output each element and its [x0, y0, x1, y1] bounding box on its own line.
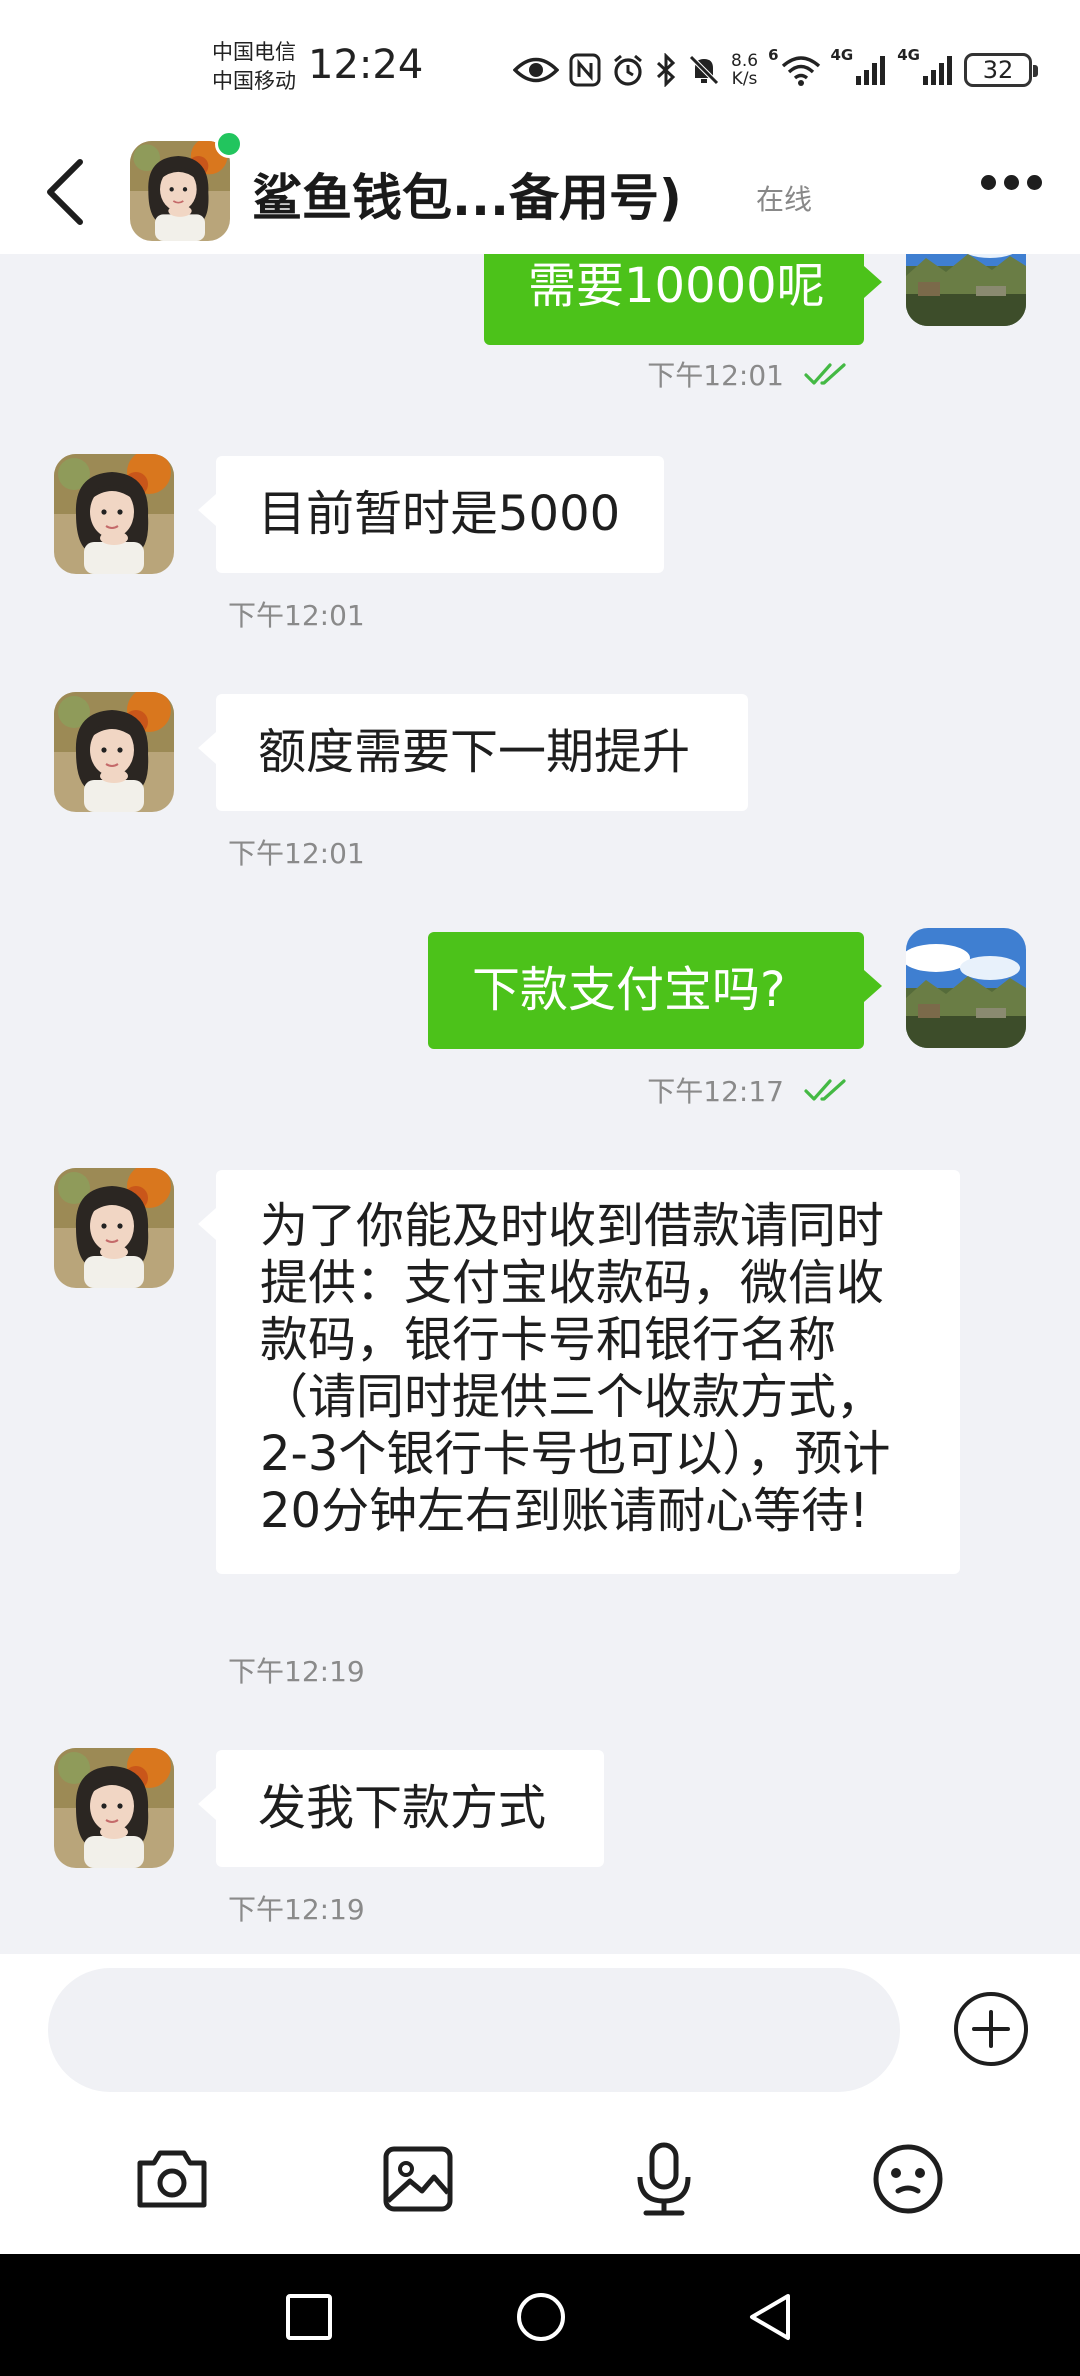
signal-strength-1-icon — [855, 54, 887, 86]
message-input[interactable] — [48, 1968, 900, 2092]
chat-header: 鲨鱼钱包...备用号) 在线 — [0, 130, 1080, 254]
status-bar: 中国电信 中国移动 12:24 8.6 K/s 6 4G 4G 32 — [0, 0, 1080, 130]
home-button[interactable] — [514, 2290, 568, 2344]
message-text: 额度需要下一期提升 — [258, 724, 691, 780]
mute-icon — [687, 53, 721, 87]
outgoing-message[interactable]: 需要10000呢 — [484, 254, 882, 345]
message-list[interactable]: 需要10000呢 下午12:01 目前暂时是5000 下午12:01 额度需要下… — [0, 254, 1080, 1954]
bluetooth-icon — [655, 53, 677, 87]
emoji-button[interactable] — [868, 2139, 948, 2219]
circle-icon — [517, 2293, 565, 2341]
carrier-labels: 中国电信 中国移动 — [212, 38, 296, 96]
composer-toolbar — [0, 2139, 1080, 2249]
more-options-button[interactable] — [981, 175, 1042, 190]
status-time: 12:24 — [308, 42, 424, 88]
microphone-icon — [637, 2142, 691, 2216]
image-icon — [383, 2146, 453, 2212]
online-status: 在线 — [756, 183, 813, 216]
carrier-1: 中国电信 — [212, 40, 296, 64]
double-check-icon — [804, 361, 850, 387]
camera-icon — [137, 2150, 207, 2208]
system-navigation-bar — [0, 2254, 1080, 2376]
contact-avatar[interactable] — [54, 692, 174, 812]
message-text: 发我下款方式 — [258, 1780, 547, 1836]
my-avatar[interactable] — [906, 928, 1026, 1048]
back-nav-button[interactable] — [744, 2290, 798, 2344]
message-text: 目前暂时是5000 — [258, 486, 621, 542]
carrier-2: 中国移动 — [212, 69, 296, 93]
signal-strength-2-icon — [922, 54, 954, 86]
contact-avatar[interactable] — [54, 454, 174, 574]
incoming-message[interactable]: 额度需要下一期提升 — [198, 694, 748, 811]
emoji-icon — [873, 2144, 943, 2214]
recent-apps-button[interactable] — [282, 2290, 336, 2344]
composer — [0, 1954, 1080, 2254]
message-text: 下款支付宝吗? — [472, 962, 786, 1018]
incoming-message[interactable]: 为了你能及时收到借款请同时提供：支付宝收款码，微信收款码，银行卡号和银行名称（请… — [198, 1170, 960, 1574]
add-button[interactable] — [952, 1990, 1030, 2068]
square-icon — [286, 2294, 332, 2340]
plus-circle-icon — [954, 1992, 1028, 2066]
battery-indicator: 32 — [964, 53, 1038, 87]
contact-avatar[interactable] — [54, 1748, 174, 1868]
message-time: 下午12:19 — [228, 1655, 365, 1688]
message-time: 下午12:19 — [228, 1893, 365, 1926]
nfc-icon — [569, 53, 601, 87]
message-time: 下午12:17 — [647, 1070, 850, 1110]
double-check-icon — [804, 1077, 850, 1103]
contact-avatar[interactable] — [54, 1168, 174, 1288]
eye-icon — [513, 55, 560, 85]
chevron-left-icon — [47, 159, 83, 225]
online-indicator — [215, 130, 243, 158]
gallery-button[interactable] — [378, 2139, 458, 2219]
network-speed: 8.6 K/s — [731, 51, 759, 89]
voice-button[interactable] — [624, 2139, 704, 2219]
wifi-icon — [781, 54, 821, 86]
message-time: 下午12:01 — [647, 354, 850, 394]
message-text: 为了你能及时收到借款请同时提供：支付宝收款码，微信收款码，银行卡号和银行名称（请… — [260, 1198, 891, 1539]
alarm-icon — [611, 53, 645, 87]
incoming-message[interactable]: 目前暂时是5000 — [198, 456, 664, 573]
camera-button[interactable] — [132, 2139, 212, 2219]
message-time: 下午12:01 — [228, 599, 365, 632]
outgoing-message[interactable]: 下款支付宝吗? — [428, 932, 882, 1049]
wifi-6-label: 6 — [768, 46, 779, 64]
more-dots-icon — [981, 175, 996, 190]
message-time: 下午12:01 — [228, 837, 365, 870]
my-avatar[interactable] — [906, 254, 1026, 326]
back-button[interactable] — [42, 156, 92, 228]
message-text: 需要10000呢 — [528, 258, 825, 314]
triangle-back-icon — [750, 2294, 790, 2340]
contact-name[interactable]: 鲨鱼钱包...备用号) — [252, 158, 682, 230]
contact-avatar[interactable] — [130, 141, 230, 241]
incoming-message[interactable]: 发我下款方式 — [198, 1750, 604, 1867]
status-icons: 8.6 K/s 6 4G 4G 32 — [513, 44, 1038, 96]
signal-1-label: 4G — [830, 46, 854, 64]
signal-2-label: 4G — [897, 46, 920, 64]
